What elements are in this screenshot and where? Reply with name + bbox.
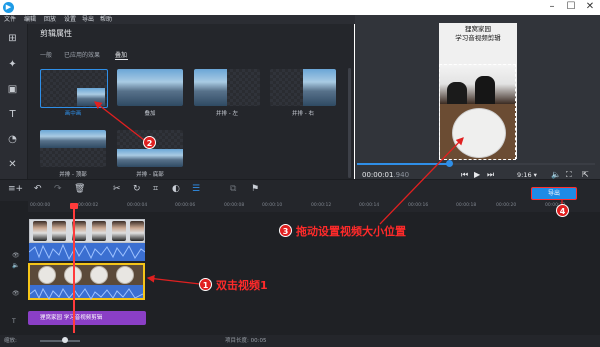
annotation-note-3: 拖动设置视频大小位置 [296, 225, 406, 238]
step-badge-4: 4 [556, 204, 569, 217]
step-badge-2: 2 [143, 136, 156, 149]
arrow-2 [93, 101, 145, 141]
step-badge-1: 1 [199, 278, 212, 291]
arrow-3 [379, 137, 464, 225]
arrow-1 [146, 274, 201, 285]
annotation-note-1: 双击视频1 [216, 279, 268, 292]
step-badge-3: 3 [279, 224, 292, 237]
annotation-arrows [93, 101, 563, 285]
